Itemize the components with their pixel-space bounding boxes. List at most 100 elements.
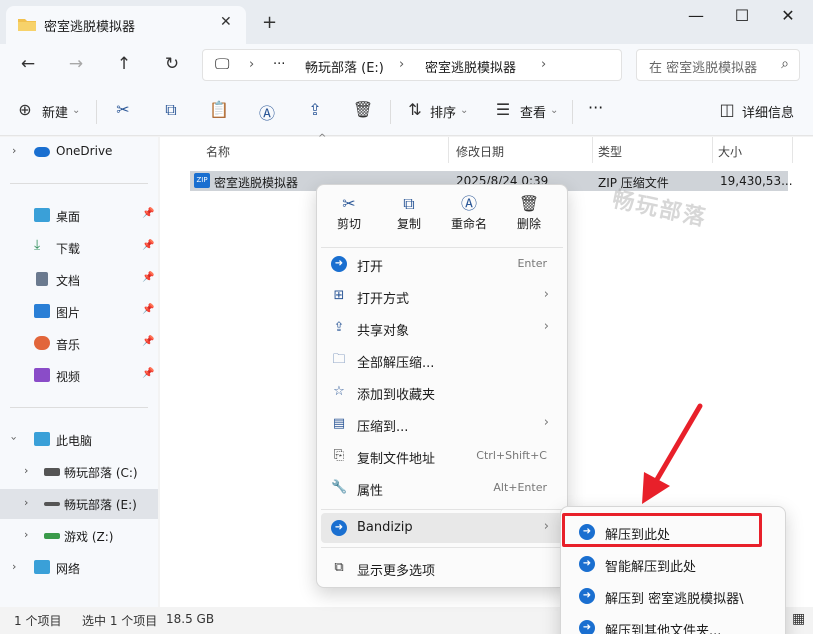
sidebar-item-network[interactable]: › 网络 <box>0 553 158 583</box>
menu-item-show-more[interactable]: ⧉ 显示更多选项 <box>321 553 563 583</box>
tab-current[interactable]: 密室逃脱模拟器 ✕ <box>6 6 246 44</box>
sidebar-item-label: 音乐 <box>56 338 81 352</box>
breadcrumb-folder[interactable]: 密室逃脱模拟器 <box>425 57 516 76</box>
sidebar-item-this-pc[interactable]: › 此电脑 <box>0 425 158 455</box>
pin-icon[interactable]: 📌 <box>142 208 154 219</box>
bandizip-icon: ➜ <box>331 520 347 536</box>
copy-button[interactable]: ⧉ 复制 <box>383 193 435 241</box>
sidebar-item-downloads[interactable]: ⤓ 下载 📌 <box>0 233 158 263</box>
column-header-name[interactable]: 名称 <box>206 143 230 160</box>
paste-icon[interactable]: 📋 <box>208 100 230 119</box>
network-icon <box>34 560 50 574</box>
pin-icon[interactable]: 📌 <box>142 272 154 283</box>
pin-icon[interactable]: 📌 <box>142 240 154 251</box>
breadcrumb-more[interactable]: ··· <box>273 57 285 72</box>
sidebar-divider <box>10 183 148 184</box>
copy-icon[interactable]: ⧉ <box>160 100 182 120</box>
menu-item-compress-to[interactable]: ▤ 压缩到... › <box>321 409 563 439</box>
pin-icon[interactable]: 📌 <box>142 336 154 347</box>
view-button[interactable]: 查看 <box>520 102 546 121</box>
menu-item-extract-all[interactable]: 🗀 全部解压缩... <box>321 345 563 375</box>
pin-icon[interactable]: 📌 <box>142 368 154 379</box>
sidebar-item-label: 桌面 <box>56 210 81 224</box>
column-divider <box>792 137 793 163</box>
chevron-right-icon: › <box>12 560 17 573</box>
toolbar-divider <box>96 100 97 124</box>
new-tab-button[interactable]: + <box>262 12 277 33</box>
submenu-item-label: 解压到 密室逃脱模拟器\ <box>605 592 744 607</box>
bandizip-icon: ➜ <box>331 256 347 272</box>
scissors-icon[interactable]: ✂ <box>112 100 134 119</box>
up-arrow-icon[interactable]: ↑ <box>112 54 136 74</box>
menu-item-add-favorites[interactable]: ☆ 添加到收藏夹 <box>321 377 563 407</box>
menu-item-open[interactable]: ➜ 打开 Enter <box>321 249 563 279</box>
navigation-bar: ← → ↑ ↻ 🖵 › ··· 畅玩部落 (E:) › 密室逃脱模拟器 › 在 … <box>0 44 813 88</box>
sidebar-item-drive-e[interactable]: › 畅玩部落 (E:) <box>0 489 158 519</box>
chevron-right-icon: › <box>249 57 255 72</box>
sort-button[interactable]: 排序 <box>430 102 456 121</box>
menu-item-label: 属性 <box>357 484 384 499</box>
sidebar-item-desktop[interactable]: 桌面 📌 <box>0 201 158 231</box>
rename-icon: Ⓐ <box>460 194 477 213</box>
back-arrow-icon[interactable]: ← <box>16 54 40 74</box>
address-bar[interactable]: 🖵 › ··· 畅玩部落 (E:) › 密室逃脱模拟器 › <box>202 49 622 81</box>
maximize-button[interactable]: ☐ <box>722 6 762 25</box>
submenu-item-smart-extract[interactable]: ➜ 智能解压到此处 <box>565 549 779 579</box>
tiles-view-icon[interactable]: ▦ <box>792 611 805 627</box>
view-icon: ☰ <box>495 100 511 119</box>
sidebar-item-documents[interactable]: 文档 📌 <box>0 265 158 295</box>
close-window-button[interactable]: ✕ <box>768 6 808 25</box>
search-input[interactable]: 在 密室逃脱模拟器 中搜索 <box>649 57 759 76</box>
column-header-date[interactable]: 修改日期 <box>456 143 504 160</box>
sidebar-item-pictures[interactable]: 图片 📌 <box>0 297 158 327</box>
sidebar-item-onedrive[interactable]: › OneDrive <box>0 137 158 167</box>
submenu-item-extract-to-folder[interactable]: ➜ 解压到 密室逃脱模拟器\ <box>565 581 779 611</box>
copy-icon: ⧉ <box>403 194 415 213</box>
chevron-right-icon: › <box>543 519 549 534</box>
sidebar-item-drive-z[interactable]: › 游戏 (Z:) <box>0 521 158 551</box>
archive-icon: ▤ <box>332 416 346 431</box>
minimize-button[interactable]: — <box>676 6 716 25</box>
column-divider <box>712 137 713 163</box>
selection-size: 18.5 GB <box>166 612 215 626</box>
menu-item-open-with[interactable]: ⊞ 打开方式 › <box>321 281 563 311</box>
menu-item-properties[interactable]: 🔧 属性 Alt+Enter <box>321 473 563 503</box>
submenu-item-extract-other[interactable]: ➜ 解压到其他文件夹... <box>565 613 779 634</box>
share-icon[interactable]: ⇪ <box>304 100 326 119</box>
menu-item-bandizip[interactable]: ➜ Bandizip › <box>321 513 563 543</box>
menu-item-copy-path[interactable]: ⎘ 复制文件地址 Ctrl+Shift+C <box>321 441 563 471</box>
rename-button[interactable]: Ⓐ 重命名 <box>443 193 495 241</box>
sidebar-item-drive-c[interactable]: › 畅玩部落 (C:) <box>0 457 158 487</box>
pin-icon[interactable]: 📌 <box>142 304 154 315</box>
delete-label: 删除 <box>516 217 541 231</box>
cut-button[interactable]: ✂ 剪切 <box>323 193 375 241</box>
chevron-right-icon: › <box>543 287 549 302</box>
new-button[interactable]: 新建 <box>42 102 68 121</box>
close-tab-icon[interactable]: ✕ <box>220 14 232 30</box>
sidebar-item-music[interactable]: 音乐 📌 <box>0 329 158 359</box>
column-header-size[interactable]: 大小 <box>718 143 742 160</box>
download-icon: ⤓ <box>34 237 41 253</box>
forward-arrow-icon[interactable]: → <box>64 54 88 74</box>
share-icon: ⇪ <box>333 320 345 335</box>
zip-file-icon: ZIP <box>194 173 210 188</box>
sidebar-item-label: 畅玩部落 (C:) <box>64 466 138 480</box>
open-with-icon: ⊞ <box>333 288 345 303</box>
trash-icon[interactable]: 🗑 <box>352 100 374 119</box>
menu-item-share[interactable]: ⇪ 共享对象 › <box>321 313 563 343</box>
search-icon: ⌕ <box>781 56 789 72</box>
chevron-right-icon: › <box>24 496 29 509</box>
details-button[interactable]: 详细信息 <box>742 102 794 121</box>
more-options-button[interactable]: ··· <box>588 98 603 117</box>
refresh-icon[interactable]: ↻ <box>160 54 184 74</box>
breadcrumb-drive[interactable]: 畅玩部落 (E:) <box>305 57 384 76</box>
sidebar-item-videos[interactable]: 视频 📌 <box>0 361 158 391</box>
delete-button[interactable]: 🗑 删除 <box>503 193 555 241</box>
menu-item-label: 共享对象 <box>357 324 410 339</box>
column-header-type[interactable]: 类型 <box>598 143 622 160</box>
star-icon: ☆ <box>333 384 345 399</box>
rename-icon[interactable]: Ⓐ <box>256 100 278 124</box>
search-box[interactable]: 在 密室逃脱模拟器 中搜索 ⌕ <box>636 49 800 81</box>
file-name: 密室逃脱模拟器 <box>214 176 299 190</box>
selection-count: 选中 1 个项目 <box>82 614 158 628</box>
